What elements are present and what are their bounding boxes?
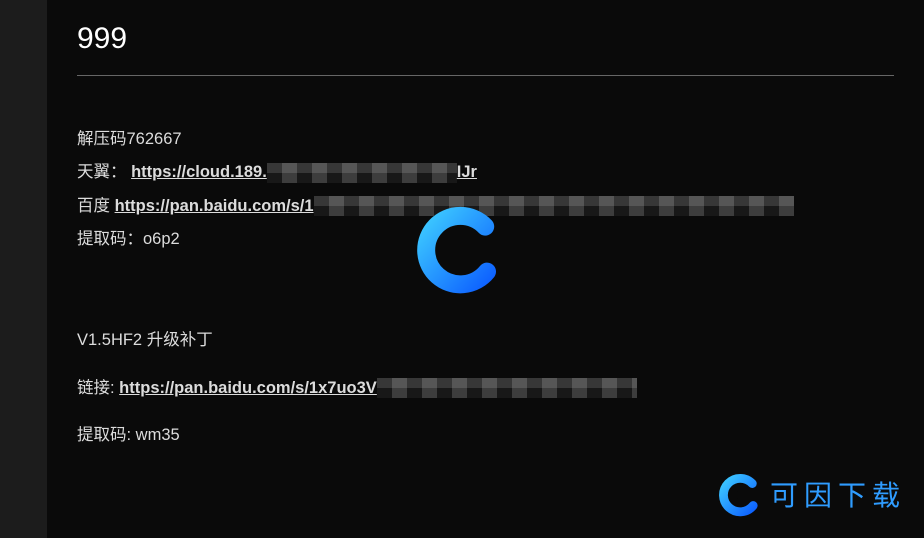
tianyi-label: 天翼： xyxy=(77,163,127,181)
patch-link-label: 链接: xyxy=(77,379,119,397)
censored-region xyxy=(377,378,637,398)
extract-label-2: 提取码: xyxy=(77,426,136,444)
extract-label-1: 提取码： xyxy=(77,230,143,248)
baidu-link[interactable]: https://pan.baidu.com/s/1 xyxy=(115,197,314,215)
censored-region xyxy=(314,196,794,216)
c-logo-icon xyxy=(718,473,762,517)
extract-code-2: wm35 xyxy=(136,426,180,444)
censored-region xyxy=(267,163,457,183)
tianyi-line: 天翼： https://cloud.189. IJr xyxy=(77,157,894,188)
left-gutter xyxy=(0,0,47,538)
divider xyxy=(77,75,894,76)
center-watermark-logo xyxy=(415,205,505,295)
brand-text: 可因下载 xyxy=(770,469,906,522)
patch-title: V1.5HF2 升级补丁 xyxy=(77,331,213,349)
extract-code-1: o6p2 xyxy=(143,230,180,248)
tianyi-link[interactable]: https://cloud.189. xyxy=(131,163,267,181)
tianyi-link-tail[interactable]: IJr xyxy=(457,163,477,181)
patch-link[interactable]: https://pan.baidu.com/s/1x7uo3V xyxy=(119,379,377,397)
baidu-label: 百度 xyxy=(77,197,115,215)
corner-watermark: 可因下载 xyxy=(718,469,906,522)
unzip-code-text: 解压码762667 xyxy=(77,130,182,148)
patch-link-line: 链接: https://pan.baidu.com/s/1x7uo3V xyxy=(77,373,894,404)
page-title: 999 xyxy=(77,10,894,67)
c-logo-icon xyxy=(415,205,505,295)
extract-code-line-2: 提取码: wm35 xyxy=(77,420,894,451)
unzip-code-line: 解压码762667 xyxy=(77,124,894,155)
patch-title-line: V1.5HF2 升级补丁 xyxy=(77,325,894,356)
